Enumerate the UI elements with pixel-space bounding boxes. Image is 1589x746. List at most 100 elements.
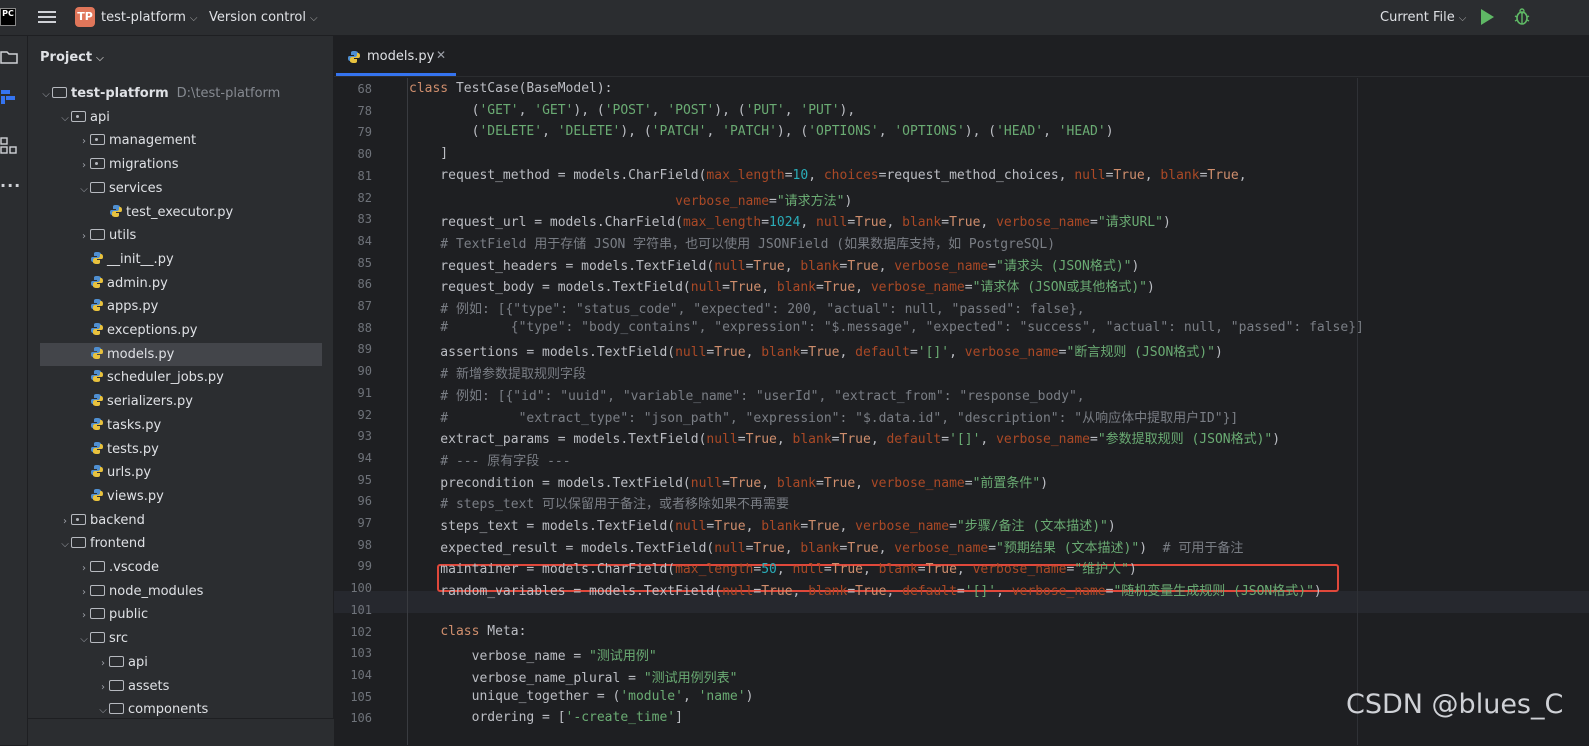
folder-icon <box>52 87 67 98</box>
tree-item[interactable]: admin.py <box>28 272 328 295</box>
tree-item[interactable]: apps.py <box>28 295 328 318</box>
folder-icon <box>90 561 105 572</box>
chevron-right-icon[interactable]: › <box>59 510 71 533</box>
chevron-right-icon[interactable]: › <box>78 581 90 604</box>
tree-item[interactable]: scheduler_jobs.py <box>28 366 328 389</box>
folder-tool-icon[interactable] <box>0 48 18 66</box>
tree-item[interactable]: ⌵ frontend <box>28 532 328 555</box>
chevron-right-icon[interactable]: › <box>97 676 109 699</box>
structure-tool-icon[interactable] <box>0 88 18 106</box>
tree-item[interactable]: ⌵ test-platform D:\test-platform <box>28 82 328 105</box>
project-switcher[interactable]: test-platform ⌵ <box>101 10 198 25</box>
folder-icon <box>71 537 86 549</box>
tree-item-label: .vscode <box>109 560 159 575</box>
active-tab-indicator <box>336 73 456 76</box>
main-menu-icon[interactable] <box>38 9 56 25</box>
code-line: steps_text = models.TextField(null=True,… <box>409 519 1116 534</box>
tree-item[interactable]: tests.py <box>28 438 328 461</box>
python-file-icon <box>91 417 103 430</box>
tree-item[interactable]: › management <box>28 129 328 152</box>
tree-item[interactable]: › migrations <box>28 153 328 176</box>
run-config-label: Current File <box>1380 10 1455 25</box>
tree-item[interactable]: › backend <box>28 509 328 532</box>
python-file-icon <box>110 204 122 217</box>
close-icon[interactable]: ✕ <box>436 48 446 62</box>
more-tools-icon[interactable]: ··· <box>0 176 20 195</box>
tree-item[interactable]: › assets <box>28 675 328 698</box>
chevron-right-icon[interactable]: › <box>97 652 109 675</box>
tree-item-label: frontend <box>90 536 146 552</box>
tree-item-label: views.py <box>107 488 164 504</box>
code-view[interactable]: 68 class TestCase(BaseModel): 78 ('GET', '… <box>334 78 1589 745</box>
code-line: # TextField 用于存储 JSON 字符串，也可以使用 JSONFiel… <box>409 236 1056 252</box>
tree-item[interactable]: exceptions.py <box>28 319 328 342</box>
tree-item-label: models.py <box>107 346 175 362</box>
python-file-icon <box>91 370 103 383</box>
tree-item-label: tasks.py <box>107 417 162 433</box>
watermark: CSDN @blues_C <box>1346 689 1564 720</box>
line-number: 94 <box>357 450 372 465</box>
folder-icon <box>90 608 105 620</box>
tree-item[interactable]: views.py <box>28 485 328 508</box>
folder-icon <box>90 134 105 146</box>
tree-item-label: scheduler_jobs.py <box>107 370 224 386</box>
tree-item-label: api <box>90 109 110 125</box>
indent-guide <box>407 78 408 745</box>
tree-item[interactable]: ⌵ api <box>28 106 328 129</box>
tree-item-label: backend <box>90 512 145 528</box>
python-file-icon <box>91 251 103 264</box>
line-number: 97 <box>357 516 372 530</box>
tab-models-py[interactable]: models.py ✕ <box>334 36 456 77</box>
tree-item[interactable]: › node_modules <box>28 580 328 603</box>
tree-item-label: admin.py <box>107 275 168 291</box>
folder-icon <box>109 679 124 691</box>
chevron-down-icon: ⌵ <box>96 53 104 64</box>
chevron-down-icon[interactable]: ⌵ <box>59 533 71 556</box>
tree-item[interactable]: serializers.py <box>28 390 328 413</box>
plugins-tool-icon[interactable] <box>0 137 18 155</box>
tree-item[interactable]: __init__.py <box>28 248 328 271</box>
chevron-right-icon[interactable]: › <box>78 557 90 580</box>
chevron-right-icon[interactable]: › <box>78 604 90 627</box>
vcs-menu[interactable]: Version control ⌵ <box>209 10 318 25</box>
python-file-icon <box>348 51 360 63</box>
code-line: # 例如: [{"type": "status_code", "expected… <box>409 302 1085 317</box>
project-badge-icon[interactable]: TP <box>75 7 95 27</box>
chevron-down-icon[interactable]: ⌵ <box>59 107 71 130</box>
chevron-right-icon[interactable]: › <box>78 130 90 153</box>
tree-item[interactable]: test_executor.py <box>28 201 328 224</box>
line-number: 91 <box>357 385 372 400</box>
folder-icon <box>90 181 105 193</box>
python-file-icon <box>91 323 103 335</box>
chevron-right-icon[interactable]: › <box>78 225 90 248</box>
tree-item[interactable]: › utils <box>28 224 328 247</box>
line-number: 79 <box>357 125 372 140</box>
tree-item[interactable]: urls.py <box>28 461 328 484</box>
tree-item-label: services <box>109 180 163 196</box>
tree-item[interactable]: tasks.py <box>28 414 328 437</box>
run-icon[interactable] <box>1481 9 1494 25</box>
debug-icon[interactable] <box>1514 8 1530 26</box>
tree-item[interactable]: ⌵ services <box>28 177 328 200</box>
line-number: 93 <box>357 429 372 444</box>
code-line: unique_together = ('module', 'name') <box>409 688 754 704</box>
folder-icon <box>109 655 124 667</box>
chevron-down-icon[interactable]: ⌵ <box>78 178 90 201</box>
tree-item[interactable]: › .vscode <box>28 556 328 579</box>
run-config-selector[interactable]: Current File ⌵ <box>1380 10 1466 25</box>
tree-item[interactable]: › public <box>28 603 328 626</box>
chevron-right-icon[interactable]: › <box>78 154 90 177</box>
title-bar: PC TP test-platform ⌵ Version control ⌵ Cu… <box>0 0 1589 36</box>
line-number: 83 <box>357 212 372 227</box>
project-panel-header[interactable]: Project ⌵ <box>40 50 104 65</box>
tree-item[interactable]: › api <box>28 651 328 674</box>
editor-tab-bar: models.py ✕ <box>334 36 1589 77</box>
chevron-down-icon: ⌵ <box>189 13 198 24</box>
tree-item[interactable]: models.py <box>40 342 322 366</box>
line-number: 95 <box>357 472 372 487</box>
chevron-down-icon[interactable]: ⌵ <box>40 83 52 106</box>
tree-item[interactable]: ⌵ src <box>28 627 328 650</box>
chevron-down-icon[interactable]: ⌵ <box>78 628 90 651</box>
tree-item-label: node_modules <box>109 583 204 599</box>
pycharm-logo-icon: PC <box>0 8 16 26</box>
